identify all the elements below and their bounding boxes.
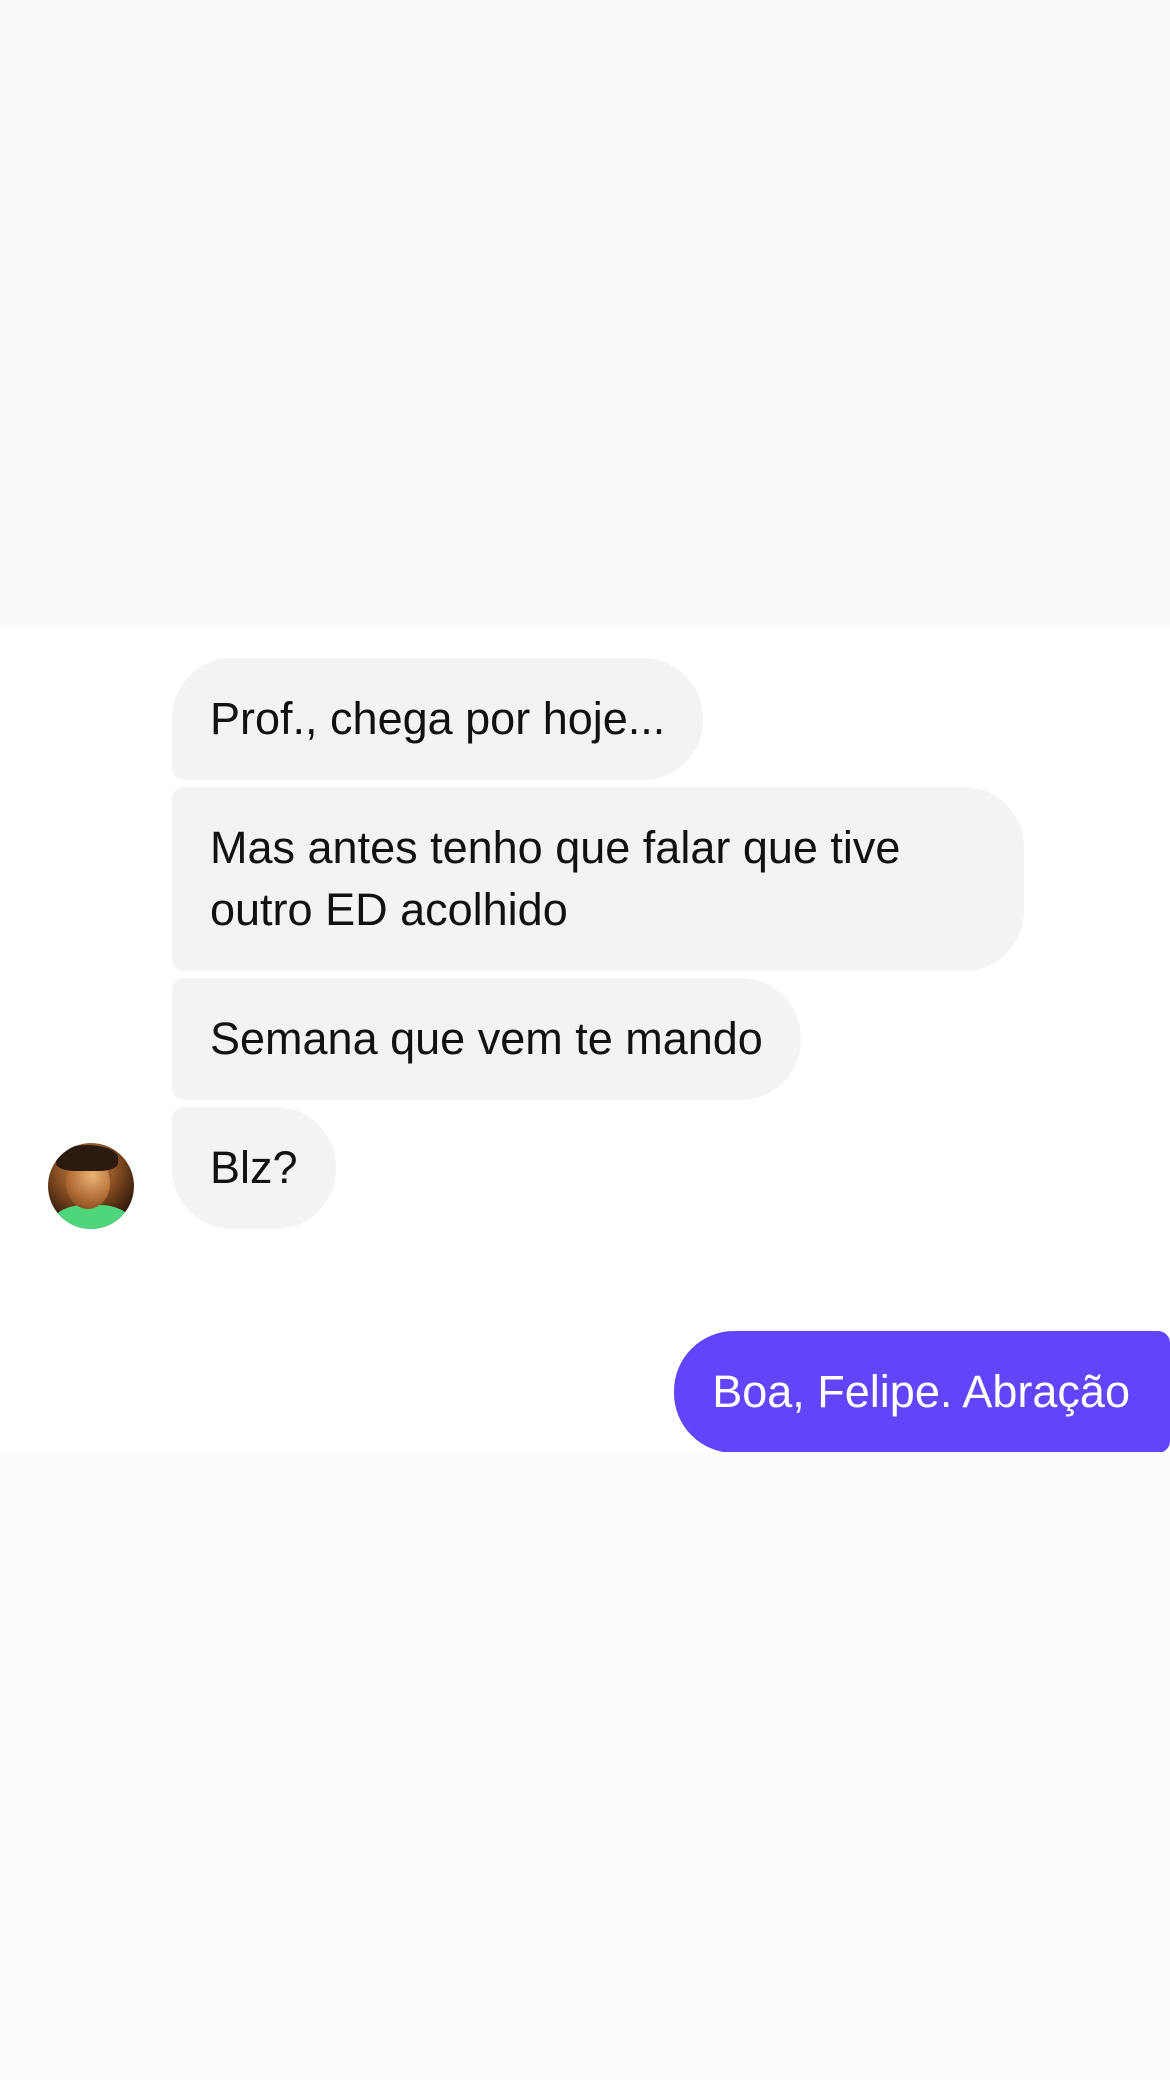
outgoing-message-bubble[interactable]: Boa, Felipe. Abração: [674, 1331, 1170, 1453]
footer-blank-area: [0, 1452, 1170, 2080]
header-blank-area: [0, 0, 1170, 625]
contact-avatar[interactable]: [48, 1143, 134, 1229]
avatar-hair: [56, 1145, 118, 1171]
incoming-message-bubble[interactable]: Semana que vem te mando: [172, 978, 801, 1100]
avatar-shirt: [54, 1205, 130, 1229]
incoming-message-bubble[interactable]: Prof., chega por hoje...: [172, 658, 704, 780]
incoming-message-bubble[interactable]: Blz?: [172, 1107, 336, 1229]
incoming-message-bubble[interactable]: Mas antes tenho que falar que tive outro…: [172, 787, 1024, 971]
